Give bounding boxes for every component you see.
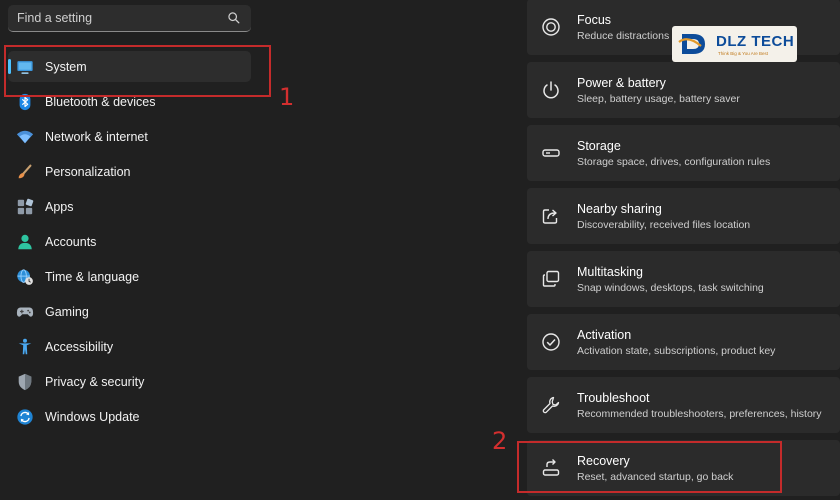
sidebar-item-bluetooth[interactable]: Bluetooth & devices — [8, 86, 251, 117]
recovery-icon — [542, 459, 560, 476]
sidebar-nav: System Bluetooth & devices Network & int… — [8, 51, 251, 436]
card-subtitle: Reduce distractions — [577, 30, 670, 42]
card-title: Storage — [577, 139, 621, 153]
sidebar-item-system[interactable]: System — [8, 51, 251, 82]
watermark-brand: DLZ TECH — [716, 33, 795, 50]
sidebar-item-label: Accounts — [45, 234, 97, 249]
brush-icon — [18, 164, 32, 178]
card-title: Power & battery — [577, 76, 666, 90]
search-input[interactable]: Find a setting — [17, 11, 92, 25]
globe-clock-icon — [17, 268, 33, 285]
card-subtitle: Sleep, battery usage, battery saver — [577, 93, 740, 105]
card-subtitle: Recommended troubleshooters, preferences… — [577, 408, 822, 420]
sidebar-item-label: Personalization — [45, 164, 131, 179]
share-icon — [542, 209, 558, 224]
wifi-icon — [16, 130, 34, 143]
card-title: Activation — [577, 328, 632, 342]
card-storage[interactable]: Storage Storage space, drives, configura… — [527, 125, 840, 181]
sidebar-item-label: Gaming — [45, 304, 89, 319]
gamepad-icon — [16, 307, 34, 317]
wrench-icon — [542, 396, 560, 414]
card-title: Troubleshoot — [577, 391, 650, 405]
card-subtitle: Storage space, drives, configuration rul… — [577, 156, 771, 168]
storage-icon — [542, 149, 560, 157]
sidebar-item-network[interactable]: Network & internet — [8, 121, 251, 152]
card-subtitle: Discoverability, received files location — [577, 219, 751, 231]
card-power-battery[interactable]: Power & battery Sleep, battery usage, ba… — [527, 62, 840, 118]
apps-icon — [17, 198, 34, 214]
search-icon[interactable] — [227, 11, 241, 25]
sidebar-item-apps[interactable]: Apps — [8, 191, 251, 222]
check-circle-icon — [542, 333, 560, 351]
dlz-logo-icon — [678, 34, 705, 54]
sidebar-item-gaming[interactable]: Gaming — [8, 296, 251, 327]
sidebar-item-label: Accessibility — [45, 339, 114, 354]
multitasking-icon — [542, 270, 560, 287]
card-title: Recovery — [577, 454, 630, 468]
person-icon — [18, 234, 32, 249]
card-title: Multitasking — [577, 265, 643, 279]
step-marker-2: 2 — [492, 427, 508, 455]
sidebar-item-label: System — [45, 59, 87, 74]
sidebar-item-personalization[interactable]: Personalization — [8, 156, 251, 187]
dlz-tech-watermark: DLZ TECH Think Big & You Are Best — [672, 26, 797, 62]
sidebar-item-time-language[interactable]: Time & language — [8, 261, 251, 292]
card-activation[interactable]: Activation Activation state, subscriptio… — [527, 314, 840, 370]
watermark-tagline: Think Big & You Are Best — [718, 51, 769, 56]
card-multitasking[interactable]: Multitasking Snap windows, desktops, tas… — [527, 251, 840, 307]
sidebar-item-label: Privacy & security — [45, 374, 145, 389]
card-recovery[interactable]: Recovery Reset, advanced startup, go bac… — [527, 440, 840, 496]
card-subtitle: Snap windows, desktops, task switching — [577, 282, 764, 294]
card-nearby-sharing[interactable]: Nearby sharing Discoverability, received… — [527, 188, 840, 244]
card-troubleshoot[interactable]: Troubleshoot Recommended troubleshooters… — [527, 377, 840, 433]
sidebar-item-windows-update[interactable]: Windows Update — [8, 401, 251, 432]
card-subtitle: Activation state, subscriptions, product… — [577, 345, 776, 357]
sidebar-item-label: Time & language — [45, 269, 140, 284]
focus-icon — [542, 18, 560, 36]
card-subtitle: Reset, advanced startup, go back — [577, 471, 734, 483]
card-title: Nearby sharing — [577, 202, 662, 216]
sidebar-item-accessibility[interactable]: Accessibility — [8, 331, 251, 362]
shield-icon — [18, 373, 32, 390]
sidebar-item-label: Bluetooth & devices — [45, 94, 156, 109]
step-marker-1: 1 — [279, 83, 295, 111]
sidebar-item-label: Network & internet — [45, 129, 148, 144]
bluetooth-icon — [19, 93, 31, 110]
sidebar-item-label: Apps — [45, 199, 74, 214]
update-icon — [17, 408, 33, 425]
monitor-icon — [17, 60, 33, 74]
power-icon — [543, 81, 559, 99]
sidebar-item-accounts[interactable]: Accounts — [8, 226, 251, 257]
search-box[interactable]: Find a setting — [8, 5, 251, 32]
sidebar-item-label: Windows Update — [45, 409, 140, 424]
sidebar-item-privacy-security[interactable]: Privacy & security — [8, 366, 251, 397]
accessibility-icon — [18, 338, 32, 354]
card-title: Focus — [577, 13, 612, 27]
